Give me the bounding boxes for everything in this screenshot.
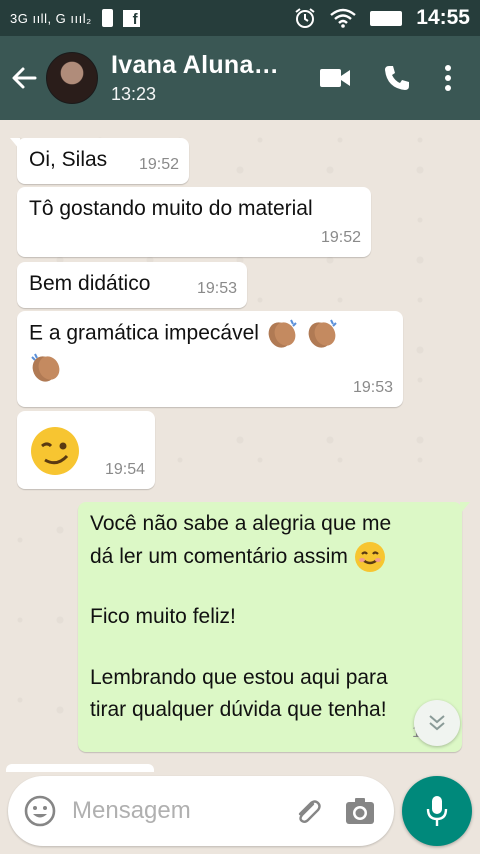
message-time: 19:52 — [320, 229, 361, 247]
clapping-hands-emoji-icon — [268, 319, 297, 348]
message-line: Você não sabe a alegria que me — [90, 512, 392, 535]
message-line: Lembrando que estou aqui para — [90, 665, 388, 689]
message-line: tirar qualquer dúvida que tenha! — [90, 698, 387, 722]
paperclip-icon — [298, 800, 321, 823]
video-call-button[interactable] — [304, 50, 366, 106]
message-time: 19:54 — [104, 461, 145, 479]
smiling-face-emoji-icon — [354, 542, 385, 572]
contact-status: 13:23 — [111, 84, 157, 104]
emoji-button[interactable] — [8, 781, 72, 841]
wifi-icon — [330, 8, 357, 28]
message-incoming[interactable]: Bem didático 19:53 — [17, 262, 247, 308]
voice-message-button[interactable] — [402, 776, 472, 846]
message-time: 19:53 — [352, 379, 393, 397]
battery-saver-icon — [101, 9, 113, 27]
message-text: Oi, Silas — [29, 148, 108, 171]
status-bar: 3G ııll, G ıııl₂ f 14:55 — [0, 0, 480, 36]
message-incoming-partial — [6, 764, 154, 772]
clapping-hands-emoji-icon — [308, 319, 337, 348]
contact-info[interactable]: Ivana Aluna… 13:23 — [111, 51, 279, 105]
scroll-to-bottom-button[interactable] — [414, 700, 460, 746]
message-composer: Mensagem — [8, 776, 394, 846]
arrow-left-icon — [12, 67, 37, 89]
clapping-hands-emoji-icon — [31, 353, 60, 382]
camera-button[interactable] — [334, 781, 386, 841]
emoji-icon — [24, 795, 56, 827]
message-time: 19:53 — [196, 280, 237, 298]
camera-icon — [346, 798, 374, 824]
more-vertical-icon — [445, 65, 451, 91]
message-text: Bem didático — [29, 272, 151, 295]
message-incoming[interactable]: Tô gostando muito do material 19:52 — [17, 187, 371, 257]
contact-name: Ivana Aluna… — [111, 51, 279, 79]
message-incoming[interactable]: 19:54 — [17, 411, 155, 489]
clock: 14:55 — [416, 6, 470, 29]
alarm-icon — [295, 8, 315, 28]
signal-text: 3G ııll, G ıııl₂ — [10, 10, 92, 26]
microphone-icon — [426, 796, 448, 826]
back-button[interactable] — [2, 48, 46, 108]
smirk-face-emoji-icon — [31, 427, 79, 475]
chat-header: Ivana Aluna… 13:23 — [0, 36, 480, 120]
battery-icon — [370, 10, 403, 26]
message-text: Tô gostando muito do material — [29, 197, 313, 220]
video-camera-icon — [320, 69, 350, 87]
menu-button[interactable] — [428, 50, 468, 106]
phone-icon — [385, 66, 409, 90]
message-incoming[interactable]: Oi, Silas 19:52 — [10, 138, 189, 184]
message-input[interactable]: Mensagem — [72, 797, 282, 825]
double-chevron-down-icon — [429, 715, 445, 731]
message-time: 19:52 — [138, 156, 179, 174]
attach-button[interactable] — [282, 781, 334, 841]
avatar[interactable] — [46, 52, 98, 104]
message-text: E a gramática impecável — [29, 321, 259, 345]
message-incoming[interactable]: E a gramática impecável 19:53 — [17, 311, 403, 407]
message-line: Fico muito feliz! — [90, 605, 236, 629]
message-line: dá ler um comentário assim — [90, 544, 348, 568]
facebook-icon: f — [122, 9, 140, 27]
message-outgoing[interactable]: Você não sabe a alegria que me dá ler um… — [78, 502, 470, 752]
voice-call-button[interactable] — [366, 50, 428, 106]
